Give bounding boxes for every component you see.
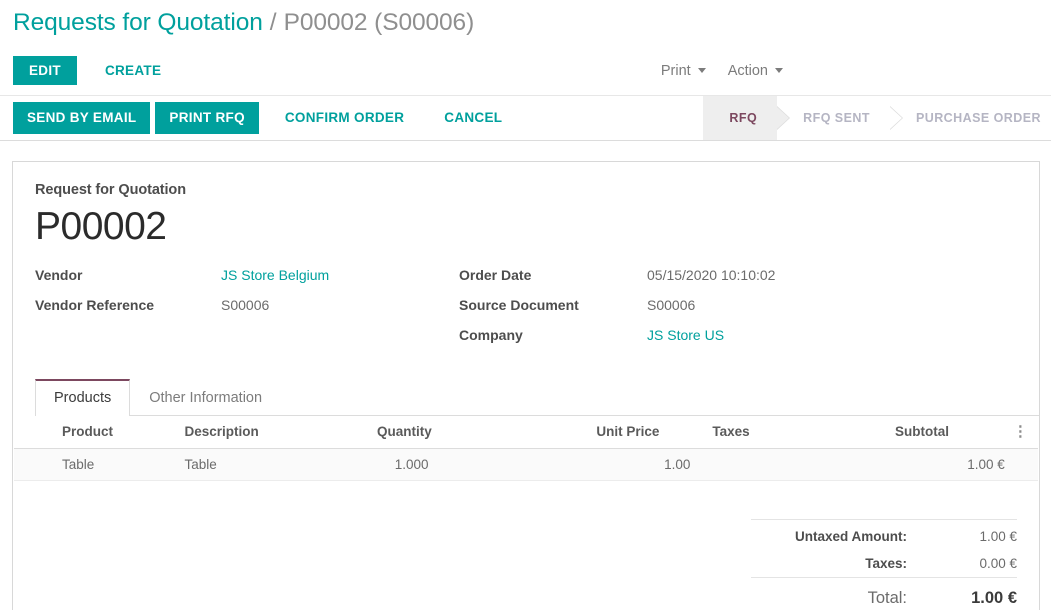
field-company-label: Company bbox=[459, 327, 647, 343]
total-value: 1.00 € bbox=[931, 577, 1017, 610]
cell-optional bbox=[1013, 448, 1038, 480]
tab-products[interactable]: Products bbox=[35, 379, 130, 416]
field-source-document-label: Source Document bbox=[459, 297, 647, 313]
cell-unit-price[interactable]: 1.00 bbox=[588, 448, 698, 480]
create-button[interactable]: CREATE bbox=[91, 56, 175, 86]
field-company: Company JS Store US bbox=[459, 327, 899, 357]
field-order-date: Order Date 05/15/2020 10:10:02 bbox=[459, 267, 899, 297]
cell-product[interactable]: Table bbox=[14, 448, 176, 480]
totals-table: Untaxed Amount: 1.00 € Taxes: 0.00 € Tot… bbox=[751, 519, 1017, 610]
edit-button[interactable]: EDIT bbox=[13, 56, 77, 86]
control-panel: EDIT CREATE Print Action bbox=[0, 46, 1051, 95]
field-source-document: Source Document S00006 bbox=[459, 297, 899, 327]
notebook: Products Other Information Product Descr… bbox=[13, 379, 1039, 610]
confirm-order-button[interactable]: CONFIRM ORDER bbox=[271, 102, 418, 134]
breadcrumb-root-link[interactable]: Requests for Quotation bbox=[13, 9, 263, 37]
stage-purchase-order[interactable]: PURCHASE ORDER bbox=[890, 96, 1051, 140]
totals-row-taxes: Taxes: 0.00 € bbox=[751, 550, 1017, 578]
order-lines-container: Product Description Quantity Unit Price … bbox=[13, 416, 1039, 481]
form-sheet: Request for Quotation P00002 Vendor JS S… bbox=[12, 161, 1040, 610]
control-panel-dropdowns: Print Action bbox=[661, 63, 783, 79]
column-header-taxes[interactable]: Taxes bbox=[698, 416, 887, 449]
stage-rfq-sent[interactable]: RFQ SENT bbox=[777, 96, 890, 140]
totals-row-total: Total: 1.00 € bbox=[751, 577, 1017, 610]
field-company-value[interactable]: JS Store US bbox=[647, 327, 724, 343]
print-dropdown-label: Print bbox=[661, 63, 691, 79]
print-dropdown[interactable]: Print bbox=[661, 63, 706, 79]
field-vendor-label: Vendor bbox=[35, 267, 221, 283]
status-pipeline: RFQ RFQ SENT PURCHASE ORDER bbox=[703, 96, 1051, 140]
field-grid: Vendor JS Store Belgium Vendor Reference… bbox=[35, 267, 1017, 357]
field-vendor-reference: Vendor Reference S00006 bbox=[35, 297, 459, 327]
order-lines-table: Product Description Quantity Unit Price … bbox=[14, 416, 1038, 481]
chevron-down-icon bbox=[698, 68, 706, 73]
odoo-purchase-order-form: Requests for Quotation / P00002 (S00006)… bbox=[0, 0, 1051, 610]
column-header-spacer bbox=[463, 416, 589, 449]
form-subtitle: Request for Quotation bbox=[35, 182, 1017, 198]
order-lines-head: Product Description Quantity Unit Price … bbox=[14, 416, 1038, 449]
breadcrumb-separator: / bbox=[270, 9, 277, 37]
chevron-down-icon bbox=[775, 68, 783, 73]
field-vendor-reference-label: Vendor Reference bbox=[35, 297, 221, 313]
field-column-right: Order Date 05/15/2020 10:10:02 Source Do… bbox=[459, 267, 899, 357]
cell-spacer bbox=[463, 448, 589, 480]
total-label: Total: bbox=[751, 577, 931, 610]
field-order-date-label: Order Date bbox=[459, 267, 647, 283]
field-column-left: Vendor JS Store Belgium Vendor Reference… bbox=[35, 267, 459, 357]
action-dropdown-label: Action bbox=[728, 63, 768, 79]
order-lines-body: Table Table 1.000 1.00 1.00 € bbox=[14, 448, 1038, 480]
table-header-row: Product Description Quantity Unit Price … bbox=[14, 416, 1038, 449]
totals-area: Untaxed Amount: 1.00 € Taxes: 0.00 € Tot… bbox=[13, 519, 1039, 610]
column-header-subtotal[interactable]: Subtotal bbox=[887, 416, 1013, 449]
cell-description[interactable]: Table bbox=[176, 448, 363, 480]
breadcrumb-current-record: P00002 (S00006) bbox=[284, 9, 475, 37]
table-row[interactable]: Table Table 1.000 1.00 1.00 € bbox=[14, 448, 1038, 480]
column-header-description[interactable]: Description bbox=[176, 416, 363, 449]
taxes-value: 0.00 € bbox=[931, 550, 1017, 578]
cell-taxes[interactable] bbox=[698, 448, 887, 480]
optional-columns-header[interactable]: ⋮ bbox=[1013, 416, 1038, 449]
vertical-dots-icon[interactable]: ⋮ bbox=[1013, 424, 1028, 439]
page-title: P00002 bbox=[35, 206, 1017, 249]
print-rfq-button[interactable]: PRINT RFQ bbox=[155, 102, 258, 134]
column-header-unit-price[interactable]: Unit Price bbox=[588, 416, 698, 449]
column-header-product[interactable]: Product bbox=[14, 416, 176, 449]
field-vendor-reference-value: S00006 bbox=[221, 297, 269, 313]
totals-row-untaxed: Untaxed Amount: 1.00 € bbox=[751, 519, 1017, 550]
form-header-section: Request for Quotation P00002 Vendor JS S… bbox=[13, 162, 1039, 357]
untaxed-amount-value: 1.00 € bbox=[931, 519, 1017, 550]
field-order-date-value: 05/15/2020 10:10:02 bbox=[647, 267, 775, 283]
cell-quantity[interactable]: 1.000 bbox=[363, 448, 463, 480]
field-vendor-value[interactable]: JS Store Belgium bbox=[221, 267, 329, 283]
field-vendor: Vendor JS Store Belgium bbox=[35, 267, 459, 297]
stage-rfq[interactable]: RFQ bbox=[703, 96, 777, 140]
send-by-email-button[interactable]: SEND BY EMAIL bbox=[13, 102, 150, 134]
column-header-quantity[interactable]: Quantity bbox=[363, 416, 463, 449]
untaxed-amount-label: Untaxed Amount: bbox=[751, 519, 931, 550]
statusbar-actions: SEND BY EMAIL PRINT RFQ CONFIRM ORDER CA… bbox=[0, 96, 516, 140]
cancel-button[interactable]: CANCEL bbox=[430, 102, 516, 134]
statusbar: SEND BY EMAIL PRINT RFQ CONFIRM ORDER CA… bbox=[0, 95, 1051, 141]
taxes-label: Taxes: bbox=[751, 550, 931, 578]
action-dropdown[interactable]: Action bbox=[728, 63, 783, 79]
field-source-document-value: S00006 bbox=[647, 297, 695, 313]
notebook-tabs: Products Other Information bbox=[35, 379, 1039, 416]
cell-subtotal: 1.00 € bbox=[887, 448, 1013, 480]
tab-other-information[interactable]: Other Information bbox=[130, 379, 281, 416]
breadcrumb: Requests for Quotation / P00002 (S00006) bbox=[0, 0, 1051, 46]
